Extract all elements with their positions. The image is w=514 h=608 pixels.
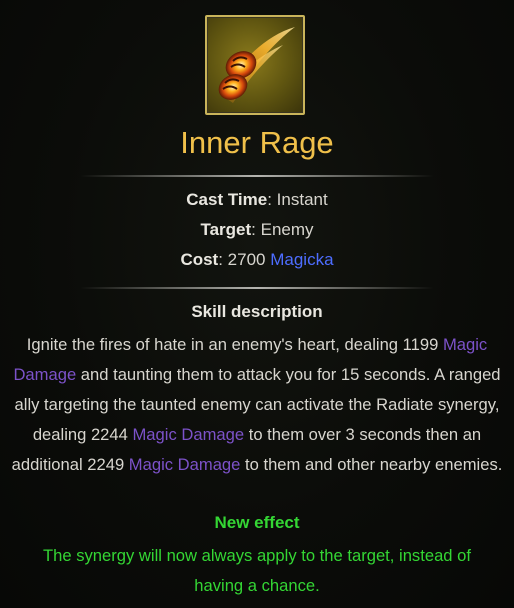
- description-text: Ignite the fires of hate in an enemy's h…: [26, 335, 443, 354]
- stat-cast-time: Cast Time: Instant: [186, 190, 328, 209]
- stat-cost: Cost: 2700 Magicka: [180, 250, 334, 269]
- stat-value: Instant: [276, 190, 328, 209]
- resource-magicka: Magicka: [270, 250, 334, 269]
- title-divider: [80, 175, 434, 177]
- magic-damage-keyword: Magic Damage: [132, 425, 245, 444]
- stat-value: Enemy: [260, 220, 314, 239]
- stat-label: Target: [200, 220, 252, 239]
- skill-description: Ignite the fires of hate in an enemy's h…: [6, 330, 508, 480]
- flaming-fists-icon: [218, 27, 295, 103]
- skill-title: Inner Rage: [180, 125, 334, 160]
- description-text: to them and other nearby enemies.: [240, 455, 503, 474]
- description-heading: Skill description: [191, 302, 323, 321]
- stat-value: 2700: [227, 250, 266, 269]
- magic-damage-keyword: Magic Damage: [128, 455, 241, 474]
- skill-icon-frame: [205, 15, 305, 115]
- stat-label: Cast Time: [186, 190, 268, 209]
- new-effect-text: The synergy will now always apply to the…: [43, 546, 471, 595]
- stat-target: Target: Enemy: [200, 220, 314, 239]
- stat-label: Cost: [180, 250, 219, 269]
- stats-divider: [80, 287, 434, 289]
- new-effect-heading: New effect: [214, 513, 300, 532]
